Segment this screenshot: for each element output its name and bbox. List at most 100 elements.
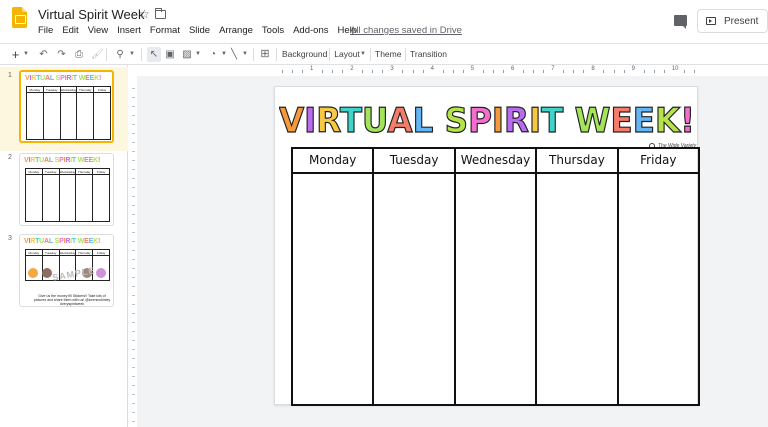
shape-icon[interactable]: ◔	[207, 47, 219, 62]
layout-dropdown-icon[interactable]: ▼	[360, 47, 366, 62]
svg-text:VIRTUAL SPIRIT WEEK!: VIRTUAL SPIRIT WEEK!	[279, 101, 695, 139]
ruler-tick	[332, 70, 334, 73]
slide-title[interactable]: VIRTUAL SPIRIT WEEK!	[279, 99, 695, 139]
ruler-tick	[132, 295, 135, 296]
ruler-tick	[653, 70, 655, 73]
text-box-icon[interactable]: ▣	[164, 47, 176, 62]
select-tool-icon[interactable]: ↖	[147, 47, 161, 62]
ruler-tick	[132, 268, 135, 269]
ruler-tick	[452, 70, 454, 73]
app-header: Virtual Spirit Week ☆ File Edit View Ins…	[0, 0, 768, 42]
ruler-number: 5	[470, 66, 475, 72]
slide-canvas[interactable]: VIRTUAL SPIRIT WEEK! The Wide Variety Mo…	[274, 86, 700, 406]
ruler-tick	[301, 70, 303, 73]
line-dropdown-icon[interactable]: ▼	[242, 47, 248, 62]
slide-thumbnail-3[interactable]: VIRTUAL SPIRIT WEEK! Monday Tuesday Wedn…	[19, 234, 114, 307]
ruler-tick	[372, 70, 374, 73]
slide-number: 1	[8, 72, 12, 79]
zoom-icon[interactable]: ⚲	[114, 47, 126, 62]
menu-edit[interactable]: Edit	[62, 25, 78, 39]
image-icon[interactable]: ▨	[181, 47, 193, 62]
shape-dropdown-icon[interactable]: ▼	[221, 47, 227, 62]
star-icon[interactable]: ☆	[139, 7, 150, 21]
ruler-tick	[583, 70, 585, 73]
ruler-tick	[132, 313, 135, 314]
new-slide-icon[interactable]: +	[9, 47, 22, 62]
day-column[interactable]: Friday	[618, 149, 699, 404]
move-to-folder-icon[interactable]	[155, 8, 166, 19]
present-button[interactable]: Present	[697, 9, 768, 33]
ruler-tick	[543, 70, 545, 73]
day-column[interactable]: Tuesday	[374, 149, 456, 404]
ruler-tick	[482, 70, 484, 73]
present-icon	[706, 17, 716, 25]
slide-thumbnail-1[interactable]: VIRTUAL SPIRIT WEEK! Monday Tuesday Wedn…	[19, 70, 114, 143]
thumb-title: VIRTUAL SPIRIT WEEK!	[24, 157, 101, 164]
day-column[interactable]: Wednesday	[455, 149, 538, 404]
ruler-tick	[132, 205, 135, 206]
ruler-tick	[132, 331, 135, 332]
day-header: Tuesday	[374, 149, 454, 174]
menu-addons[interactable]: Add-ons	[293, 25, 328, 39]
menu-file[interactable]: File	[38, 25, 53, 39]
ruler-number: 9	[631, 66, 635, 72]
ruler-tick	[132, 367, 135, 368]
zoom-dropdown-icon[interactable]: ▼	[129, 47, 135, 62]
menu-format[interactable]: Format	[150, 25, 180, 39]
add-comment-icon[interactable]: ⊞	[259, 47, 271, 62]
save-status-link[interactable]: All changes saved in Drive	[350, 25, 462, 36]
ruler-tick	[643, 70, 645, 73]
ruler-tick	[132, 403, 135, 404]
document-title[interactable]: Virtual Spirit Week	[38, 7, 144, 22]
ruler-number: 3	[390, 66, 394, 72]
new-slide-dropdown-icon[interactable]: ▼	[23, 47, 29, 62]
slide-thumbnail-2[interactable]: VIRTUAL SPIRIT WEEK! Monday Tuesday Wedn…	[19, 153, 114, 226]
ruler-tick	[132, 160, 135, 161]
layout-button[interactable]: Layout	[334, 47, 360, 62]
image-dropdown-icon[interactable]: ▼	[195, 47, 201, 62]
day-column[interactable]: Thursday	[537, 149, 619, 404]
ruler-tick	[132, 133, 135, 134]
day-header: Thursday	[537, 149, 617, 174]
theme-button[interactable]: Theme	[375, 47, 401, 62]
menu-arrange[interactable]: Arrange	[219, 25, 253, 39]
ruler-tick	[573, 70, 575, 73]
ruler-number: 4	[430, 66, 434, 72]
transition-button[interactable]: Transition	[410, 47, 447, 62]
ruler-tick	[132, 106, 135, 107]
ruler-tick	[342, 70, 344, 73]
ruler-tick	[422, 70, 424, 73]
week-table[interactable]: Monday Tuesday Wednesday Thursday Friday	[291, 147, 700, 406]
present-label: Present	[724, 15, 759, 27]
vertical-ruler	[129, 76, 137, 427]
menu-insert[interactable]: Insert	[117, 25, 141, 39]
print-icon[interactable]: ⎙	[73, 47, 85, 62]
undo-icon[interactable]: ↶	[38, 47, 49, 62]
ruler-tick	[132, 349, 135, 350]
day-column[interactable]: Monday	[293, 149, 375, 404]
comment-icon[interactable]	[674, 15, 687, 29]
emoji-icon	[28, 268, 38, 278]
thumb-table: Monday Tuesday Wednesday Thursday Friday	[25, 168, 110, 222]
slides-logo-icon[interactable]	[12, 7, 27, 28]
thumb-footer-text: Give us the money fill Stickers!! Take l…	[33, 294, 111, 306]
redo-icon[interactable]: ↷	[56, 47, 67, 62]
ruler-tick	[382, 70, 384, 73]
menu-tools[interactable]: Tools	[262, 25, 284, 39]
thumb-title: VIRTUAL SPIRIT WEEK!	[24, 238, 101, 245]
ruler-number: 8	[591, 66, 595, 72]
ruler-tick	[322, 70, 324, 73]
ruler-tick	[132, 232, 135, 233]
menu-view[interactable]: View	[88, 25, 108, 39]
paint-format-icon[interactable]: 🖌	[91, 47, 104, 62]
day-header: Friday	[618, 149, 699, 174]
ruler-tick	[462, 70, 464, 73]
line-icon[interactable]: ╲	[228, 47, 240, 62]
ruler-tick	[362, 70, 364, 73]
thumb-table: Monday Tuesday Wednesday Thursday Friday	[26, 86, 111, 140]
ruler-number: 6	[511, 66, 515, 72]
menu-slide[interactable]: Slide	[189, 25, 210, 39]
ruler-tick	[533, 70, 535, 73]
ruler-tick	[613, 70, 615, 73]
background-button[interactable]: Background	[282, 47, 327, 62]
